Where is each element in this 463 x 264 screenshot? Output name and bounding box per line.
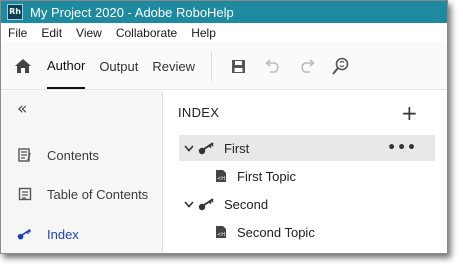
add-keyword-icon[interactable]: + (401, 101, 418, 125)
topic-file-icon: <H (216, 226, 226, 238)
app-window: Rh My Project 2020 - Adobe RoboHelp File… (0, 0, 448, 254)
save-icon[interactable] (228, 55, 250, 77)
sidebar-item-index[interactable]: Index (1, 220, 162, 248)
keyword-label: Second (224, 196, 269, 212)
redo-icon[interactable] (296, 55, 318, 77)
collapse-sidebar-icon[interactable]: « (17, 99, 27, 119)
toolbar: Author Output Review (1, 43, 447, 90)
menu-view[interactable]: View (69, 26, 109, 40)
menu-file[interactable]: File (1, 26, 34, 40)
index-topic-row[interactable]: <H First Topic (215, 163, 296, 189)
more-options-icon[interactable]: ••• (387, 140, 417, 156)
robohelp-logo-icon: Rh (7, 4, 23, 20)
keyword-label: First (224, 140, 250, 156)
key-icon (17, 226, 33, 242)
index-keyword-row[interactable]: Second (179, 191, 435, 217)
topic-label: Second Topic (237, 224, 315, 240)
index-keyword-row[interactable]: First ••• (179, 135, 435, 161)
tab-review[interactable]: Review (152, 43, 195, 89)
panel-title: INDEX (178, 105, 220, 120)
undo-icon[interactable] (262, 55, 284, 77)
chevron-down-icon[interactable] (183, 198, 195, 210)
svg-text:<H: <H (217, 176, 225, 182)
sidebar-item-label: Table of Contents (47, 186, 149, 202)
find-replace-icon[interactable] (330, 55, 352, 77)
menu-collaborate[interactable]: Collaborate (109, 26, 184, 40)
contents-icon (17, 147, 33, 163)
sidebar-item-label: Index (47, 226, 79, 242)
chevron-down-icon[interactable] (183, 142, 195, 154)
tab-author[interactable]: Author (47, 43, 86, 89)
window-title: My Project 2020 - Adobe RoboHelp (30, 4, 234, 20)
toc-icon (17, 186, 33, 202)
title-bar[interactable]: Rh My Project 2020 - Adobe RoboHelp (1, 1, 447, 23)
sidebar: « Contents Table of Contents Index (1, 91, 163, 253)
sidebar-item-label: Contents (47, 147, 100, 163)
menu-help[interactable]: Help (184, 26, 223, 40)
menu-bar: File Edit View Collaborate Help (1, 23, 447, 43)
toolbar-divider (210, 51, 212, 81)
key-icon (198, 197, 216, 211)
index-panel: INDEX + First ••• <H First Topic Second (163, 91, 447, 253)
index-topic-row[interactable]: <H Second Topic (215, 219, 315, 245)
key-icon (198, 141, 216, 155)
home-icon[interactable] (9, 52, 37, 80)
sidebar-item-contents[interactable]: Contents (1, 141, 162, 169)
sidebar-item-table-of-contents[interactable]: Table of Contents (1, 180, 162, 208)
menu-edit[interactable]: Edit (34, 26, 69, 40)
topic-file-icon: <H (216, 170, 226, 182)
topic-label: First Topic (237, 168, 296, 184)
tab-output[interactable]: Output (99, 43, 138, 89)
svg-text:<H: <H (217, 232, 225, 238)
